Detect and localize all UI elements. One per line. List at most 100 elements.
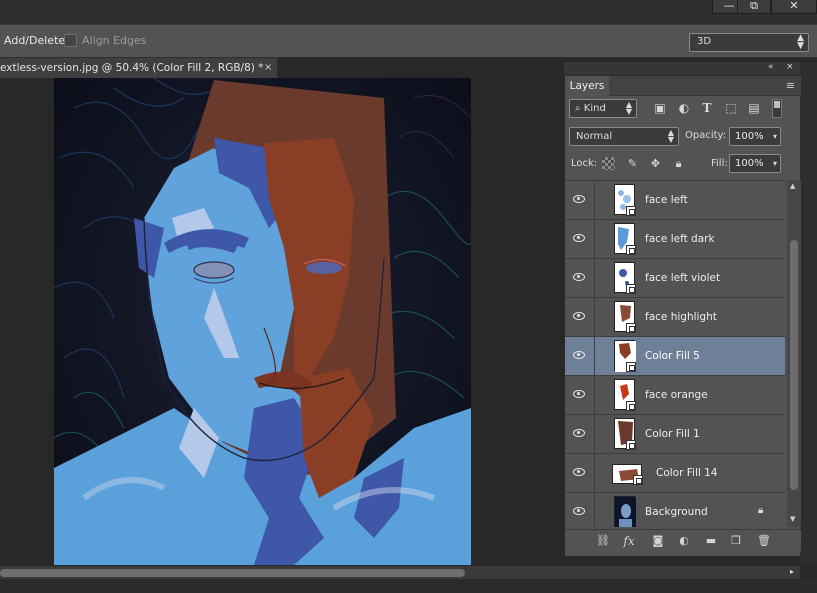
opacity-field[interactable]: 100% ▾ <box>729 127 781 146</box>
eye-icon <box>573 390 585 398</box>
vector-mask-icon <box>626 245 636 255</box>
collapse-panel-icon[interactable]: « <box>768 62 774 72</box>
scroll-up-icon[interactable]: ▲ <box>790 182 795 190</box>
layers-vertical-scrollbar[interactable]: ▲ ▼ <box>787 180 801 527</box>
blend-mode-value: Normal <box>576 131 613 142</box>
link-layers-icon[interactable]: ⛓︎ <box>596 534 610 548</box>
horizontal-scrollbar[interactable]: ▸ <box>0 565 800 579</box>
visibility-toggle[interactable] <box>565 454 595 493</box>
filter-kind-label: ⌕ Kind <box>575 103 606 114</box>
eye-icon <box>573 429 585 437</box>
layer-row[interactable]: face highlight <box>565 298 785 337</box>
filter-smart-objects-icon[interactable]: ▤ <box>747 101 761 115</box>
align-edges-checkbox[interactable] <box>64 34 77 47</box>
layer-name[interactable]: face left <box>645 194 688 206</box>
vector-mask-icon <box>633 475 643 485</box>
filter-type-layers-icon[interactable]: T <box>700 101 714 115</box>
layer-thumbnail[interactable] <box>614 184 636 216</box>
blend-mode-select[interactable]: Normal ▲ ▼ <box>569 127 679 146</box>
layer-row[interactable]: face left dark <box>565 220 785 259</box>
visibility-toggle[interactable] <box>565 376 595 415</box>
layer-lock-icon: 🔒︎ <box>758 505 764 516</box>
layer-thumbnail[interactable] <box>614 301 636 333</box>
filter-adjustment-layers-icon[interactable]: ◐ <box>677 101 691 115</box>
visibility-toggle[interactable] <box>565 493 595 527</box>
layer-name[interactable]: Color Fill 1 <box>645 428 700 440</box>
layer-thumbnail[interactable] <box>614 418 636 450</box>
visibility-toggle[interactable] <box>565 415 595 454</box>
eye-icon <box>573 273 585 281</box>
layer-name[interactable]: face left violet <box>645 272 720 284</box>
canvas-area[interactable] <box>0 78 564 565</box>
vector-mask-icon <box>626 440 636 450</box>
close-document-icon[interactable]: × <box>264 58 272 78</box>
layer-name[interactable]: face left dark <box>645 233 715 245</box>
layer-thumbnail[interactable] <box>614 496 636 527</box>
layer-thumbnail[interactable] <box>614 340 636 372</box>
layers-panel: Layers ≡ ⌕ Kind ▲ ▼ ▣ ◐ T ⬚ ▤ Normal ▲ ▼ O… <box>564 76 801 556</box>
layer-row[interactable]: face orange <box>565 376 785 415</box>
visibility-toggle[interactable] <box>565 337 595 376</box>
filter-pixel-layers-icon[interactable]: ▣ <box>653 101 667 115</box>
delete-layer-trash-icon[interactable]: 🗑︎ <box>757 534 771 548</box>
layer-thumbnail[interactable] <box>614 262 636 294</box>
scroll-down-icon[interactable]: ▼ <box>790 515 795 523</box>
visibility-toggle[interactable] <box>565 298 595 337</box>
layers-scroll-thumb[interactable] <box>790 240 798 490</box>
artwork-canvas[interactable] <box>54 78 471 565</box>
layer-name[interactable]: Color Fill 14 <box>656 467 717 479</box>
layer-name[interactable]: Background <box>645 506 708 518</box>
layer-row[interactable]: Color Fill 14 <box>565 454 785 493</box>
scroll-right-icon[interactable]: ▸ <box>790 567 794 576</box>
close-window-button[interactable]: ✕ <box>771 0 817 14</box>
add-mask-icon[interactable]: ◙ <box>651 534 665 548</box>
document-tab[interactable]: extless-version.jpg @ 50.4% (Color Fill … <box>0 58 278 78</box>
align-edges-label: Align Edges <box>82 34 147 47</box>
visibility-toggle[interactable] <box>565 181 595 220</box>
close-panel-icon[interactable]: × <box>786 62 794 72</box>
layer-row[interactable]: face left <box>565 181 785 220</box>
opacity-label: Opacity: <box>685 130 727 141</box>
restore-button[interactable]: ⧉ <box>737 0 771 14</box>
layer-thumbnail[interactable] <box>612 464 643 485</box>
layer-row[interactable]: Color Fill 1 <box>565 415 785 454</box>
panel-menu-icon[interactable]: ≡ <box>786 79 795 92</box>
layer-thumbnail[interactable] <box>614 223 636 255</box>
horizontal-scroll-thumb[interactable] <box>0 569 465 577</box>
new-adjustment-layer-icon[interactable]: ◐ <box>677 534 691 548</box>
new-group-folder-icon[interactable]: ▬ <box>704 534 718 548</box>
layer-row[interactable]: Color Fill 5 <box>565 337 785 376</box>
lock-row: Lock: ✎ ✥ 🔒︎ Fill: 100% ▾ <box>569 154 801 174</box>
tab-layers[interactable]: Layers <box>565 76 609 96</box>
vector-mask-icon <box>626 284 636 294</box>
layer-row[interactable]: Background 🔒︎ <box>565 493 785 527</box>
blend-mode-row: Normal ▲ ▼ Opacity: 100% ▾ <box>569 127 801 147</box>
3d-mode-select[interactable]: 3D ▲ ▼ <box>689 33 809 52</box>
filter-shape-layers-icon[interactable]: ⬚ <box>724 101 738 115</box>
layer-name[interactable]: Color Fill 5 <box>645 350 700 362</box>
lock-transparent-pixels-icon[interactable] <box>602 157 615 170</box>
new-layer-icon[interactable]: ❐ <box>729 534 743 548</box>
eye-icon <box>573 468 585 476</box>
layer-row[interactable]: face left violet <box>565 259 785 298</box>
layer-style-fx-icon[interactable]: fx <box>622 534 636 548</box>
lock-label: Lock: <box>571 158 598 169</box>
layer-name[interactable]: face highlight <box>645 311 717 323</box>
dropdown-arrow-icon[interactable]: ▾ <box>773 155 777 172</box>
layer-name[interactable]: face orange <box>645 389 708 401</box>
add-delete-label[interactable]: Add/Delete <box>4 34 65 47</box>
fill-value: 100% <box>735 158 764 169</box>
lock-all-icon[interactable]: 🔒︎ <box>672 157 685 170</box>
vector-mask-icon <box>626 206 636 216</box>
visibility-toggle[interactable] <box>565 220 595 259</box>
select-arrows-icon: ▲ ▼ <box>667 128 674 144</box>
filter-toggle-switch[interactable] <box>772 99 782 118</box>
dropdown-arrow-icon[interactable]: ▾ <box>773 128 777 145</box>
filter-kind-select[interactable]: ⌕ Kind ▲ ▼ <box>569 99 637 118</box>
fill-field[interactable]: 100% ▾ <box>729 154 781 173</box>
layer-thumbnail[interactable] <box>614 379 636 411</box>
lock-position-icon[interactable]: ✥ <box>649 157 662 170</box>
visibility-toggle[interactable] <box>565 259 595 298</box>
lock-image-pixels-icon[interactable]: ✎ <box>626 157 639 170</box>
eye-icon <box>573 507 585 515</box>
